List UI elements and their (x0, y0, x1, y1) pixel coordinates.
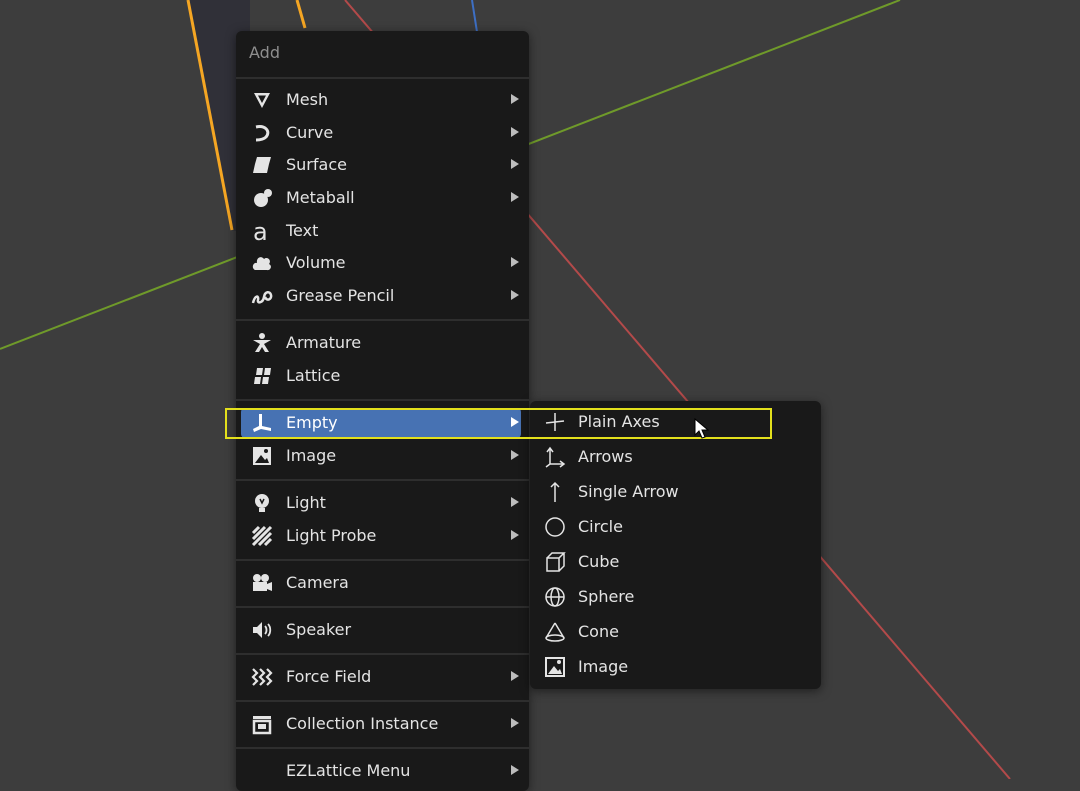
submenu-item-label: Sphere (578, 587, 635, 606)
submenu-arrow-icon (511, 450, 519, 460)
cone-icon (545, 622, 565, 642)
submenu-item-label: Single Arrow (578, 482, 679, 501)
sphere-icon (545, 587, 565, 607)
menu-item-label: EZLattice Menu (286, 761, 411, 780)
menu-item-label: Mesh (286, 90, 329, 109)
submenu-item-cube[interactable]: Cube (536, 547, 815, 577)
submenu-item-label: Cube (578, 552, 620, 571)
text-icon: a (253, 220, 268, 242)
menu-item-label: Collection Instance (286, 714, 439, 733)
menu-item-label: Light Probe (286, 526, 377, 545)
menu-divider (236, 319, 529, 321)
circle-icon (545, 517, 565, 537)
menu-item-label: Text (286, 221, 319, 240)
menu-divider (236, 479, 529, 481)
submenu-arrow-icon (511, 718, 519, 728)
metaball-icon (254, 189, 272, 207)
menu-item-image[interactable]: Image (241, 441, 521, 471)
image-icon (545, 657, 565, 677)
cube-icon (546, 552, 566, 572)
submenu-arrow-icon (511, 765, 519, 775)
menu-item-ezlattice-menu[interactable]: EZLattice Menu (241, 756, 521, 786)
menu-item-text[interactable]: a Text (241, 216, 521, 246)
camera-icon (253, 574, 272, 591)
menu-item-label: Speaker (286, 620, 352, 639)
submenu-item-single-arrow[interactable]: Single Arrow (536, 477, 815, 507)
svg-text:a: a (253, 220, 268, 242)
menu-divider (236, 653, 529, 655)
menu-item-light-probe[interactable]: Light Probe (241, 521, 521, 551)
selected-object-outline-right (295, 0, 307, 29)
menu-item-force-field[interactable]: Force Field (241, 662, 521, 692)
speaker-icon (253, 622, 272, 638)
add-menu-title: Add (249, 43, 280, 62)
submenu-arrow-icon (511, 257, 519, 267)
menu-divider (236, 747, 529, 749)
submenu-item-label: Image (578, 657, 629, 676)
menu-item-label: Force Field (286, 667, 372, 686)
menu-divider (236, 606, 529, 608)
submenu-item-label: Cone (578, 622, 619, 641)
menu-item-label: Volume (286, 253, 346, 272)
z-axis-line (471, 0, 478, 33)
submenu-arrow-icon (511, 127, 519, 137)
empty-submenu: Plain Axes Arrows Single Arrow Circle Cu… (530, 401, 821, 689)
menu-item-grease-pencil[interactable]: Grease Pencil (241, 281, 521, 311)
grease-pencil-icon (251, 291, 273, 304)
submenu-arrow-icon (511, 192, 519, 202)
submenu-item-sphere[interactable]: Sphere (536, 582, 815, 612)
image-icon (253, 447, 271, 465)
submenu-arrow-icon (511, 94, 519, 104)
menu-item-label: Surface (286, 155, 347, 174)
arrows-icon (545, 446, 566, 468)
menu-item-label: Grease Pencil (286, 286, 395, 305)
volume-icon (252, 257, 271, 271)
menu-item-curve[interactable]: Curve (241, 118, 521, 148)
menu-divider (236, 399, 529, 401)
armature-icon (253, 333, 271, 352)
menu-item-label: Lattice (286, 366, 341, 385)
menu-item-metaball[interactable]: Metaball (241, 183, 521, 213)
submenu-item-label: Arrows (578, 447, 633, 466)
menu-item-volume[interactable]: Volume (241, 248, 521, 278)
menu-item-mesh[interactable]: Mesh (241, 85, 521, 115)
force-field-icon (251, 668, 273, 686)
menu-item-label: Curve (286, 123, 334, 142)
menu-item-label: Metaball (286, 188, 355, 207)
mouse-cursor-icon (694, 418, 710, 439)
menu-item-label: Image (286, 446, 337, 465)
menu-item-light[interactable]: Light (241, 488, 521, 518)
highlight-box (225, 408, 772, 439)
light-probe-icon (251, 525, 273, 547)
submenu-arrow-icon (511, 671, 519, 681)
lattice-icon (254, 368, 271, 384)
light-icon (255, 494, 269, 512)
mesh-icon (254, 93, 270, 108)
submenu-item-circle[interactable]: Circle (536, 512, 815, 542)
submenu-arrow-icon (511, 497, 519, 507)
surface-icon (253, 157, 271, 173)
menu-item-label: Camera (286, 573, 349, 592)
menu-divider (236, 559, 529, 561)
menu-item-speaker[interactable]: Speaker (241, 615, 521, 645)
submenu-item-arrows[interactable]: Arrows (536, 442, 815, 472)
menu-item-lattice[interactable]: Lattice (241, 361, 521, 391)
submenu-item-label: Circle (578, 517, 623, 536)
menu-item-armature[interactable]: Armature (241, 328, 521, 358)
submenu-arrow-icon (511, 159, 519, 169)
submenu-item-image[interactable]: Image (536, 652, 815, 682)
menu-divider (236, 77, 529, 79)
collection-instance-icon (252, 716, 272, 735)
menu-item-collection-instance[interactable]: Collection Instance (241, 709, 521, 739)
menu-divider (236, 700, 529, 702)
menu-item-camera[interactable]: Camera (241, 568, 521, 598)
submenu-arrow-icon (511, 290, 519, 300)
menu-item-label: Armature (286, 333, 362, 352)
submenu-item-cone[interactable]: Cone (536, 617, 815, 647)
single-arrow-icon (550, 481, 560, 502)
menu-item-label: Light (286, 493, 326, 512)
curve-icon (255, 125, 270, 142)
menu-item-surface[interactable]: Surface (241, 150, 521, 180)
submenu-arrow-icon (511, 530, 519, 540)
